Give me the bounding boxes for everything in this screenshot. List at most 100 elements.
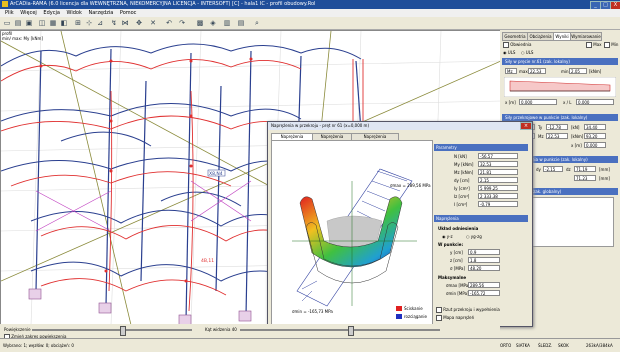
status-sledz[interactable]: ŚLEDZ.	[538, 343, 552, 348]
point-title: W punkcie:	[438, 242, 464, 247]
min-value-field[interactable]: 2,05	[569, 68, 587, 74]
move-icon[interactable]: ✥	[135, 19, 143, 27]
row2-0-u: [kN]	[571, 125, 580, 130]
support-icon[interactable]: ⋈	[121, 19, 129, 27]
view-angle-handle[interactable]	[348, 326, 354, 336]
menu-wiecej[interactable]: Więcej	[20, 9, 37, 17]
obwiednia-checkbox[interactable]: Obwiednia	[503, 42, 531, 48]
row2-2-uv: 0,000	[584, 142, 606, 148]
grid-icon[interactable]: ▦	[49, 19, 57, 27]
param-value: 32,53	[478, 161, 518, 167]
tab-geometria[interactable]: Geometria	[502, 32, 528, 41]
layers-icon[interactable]: ◧	[60, 19, 68, 27]
calculate-icon[interactable]: ▩	[196, 19, 204, 27]
axis-system-title: Układ odniesienia	[438, 226, 479, 231]
app-icon	[2, 1, 8, 7]
menu-pomoc[interactable]: Pomoc	[120, 9, 137, 17]
frame-icon[interactable]: ⊞	[74, 19, 82, 27]
legend-swatch-blue	[396, 314, 402, 319]
min-label: min	[561, 69, 569, 74]
xl-field[interactable]: 0,000	[576, 99, 614, 105]
combo-uls-2[interactable]: ○ ULS	[521, 50, 533, 55]
report-icon[interactable]: ▤	[237, 19, 245, 27]
point-z-field[interactable]: 1,8	[468, 257, 500, 263]
title-bar: ArCADia-RAMA (6.0 licencja dla WEWNĘTRZN…	[0, 0, 620, 10]
row3-0-uv: 71,19	[574, 166, 596, 172]
param-label: Iz [cm⁴]	[454, 194, 470, 199]
zoom-slider-handle[interactable]	[120, 326, 126, 336]
menu-edycja[interactable]: Edycja	[43, 9, 60, 17]
sigma-max-label: σmax = 289,56 MPa	[390, 183, 431, 188]
stress-plot[interactable]: σmax = 289,56 MPa σmin = -165,73 MPa Ści…	[271, 140, 433, 325]
menu-narzedzia[interactable]: Narzędzia	[88, 9, 113, 17]
undo-icon[interactable]: ↶	[165, 19, 173, 27]
force-diagram	[504, 77, 616, 97]
row3-1-unit: [mm]	[599, 176, 610, 181]
point-sigma-field: 48,20	[468, 265, 500, 271]
bar-icon[interactable]: ⊿	[96, 19, 104, 27]
view-angle-slider[interactable]	[240, 329, 440, 331]
status-selection: Wybrano: 1; węzłów: 0; obciążeń: 0	[3, 343, 74, 348]
stress-map-svg: σmax = 289,56 MPa σmin = -165,73 MPa	[292, 168, 431, 314]
status-siatka[interactable]: SIATKA	[516, 343, 530, 348]
param-value: 21,81	[478, 169, 518, 175]
max-value-field[interactable]: 22,53	[528, 68, 546, 74]
menu-plik[interactable]: Plik	[5, 9, 14, 17]
menu-bar: Plik Więcej Edycja Widok Narzędzia Pomoc	[0, 9, 620, 17]
max-checkbox[interactable]: Max	[586, 42, 602, 48]
stress-dialog: Naprężenia w przekroju - pręt nr 61 (x=0…	[267, 121, 533, 327]
row3-1-uv: 71,23	[574, 175, 596, 181]
zoom-slider[interactable]	[32, 329, 192, 331]
row2-0-bv: -12,78	[546, 124, 568, 130]
axis-option-yz[interactable]: ◉ y-z	[442, 234, 453, 239]
delete-icon[interactable]: ✕	[149, 19, 157, 27]
force-component-select[interactable]: Mz	[505, 68, 517, 74]
zoom-label: Powiększenie	[4, 327, 31, 332]
status-orto[interactable]: ORTO	[500, 343, 511, 348]
min-label: σmin [MPa]	[446, 291, 469, 296]
zoom-icon[interactable]: ⌕	[253, 19, 261, 27]
row2-0-b: Ty	[538, 125, 543, 130]
toolbar: ▭ ▤ ▣ ◫ ▦ ◧ ⊞ ⊹ ⊿ ↯ ⋈ ✥ ✕ ↶ ↷ ▩ ◈ ▥ ▤ ⌕	[0, 17, 620, 30]
combo-uls-1[interactable]: ◉ ULS	[503, 50, 515, 55]
tab-obciazenia[interactable]: Obciążenia	[527, 32, 554, 41]
canvas-info-line2: min/ max: My [kNm]	[2, 36, 43, 41]
chart-icon[interactable]: ▥	[223, 19, 231, 27]
view-icon[interactable]: ◫	[38, 19, 46, 27]
row2-0-uv: 34,40	[584, 124, 606, 130]
menu-widok[interactable]: Widok	[67, 9, 82, 17]
open-file-icon[interactable]: ▤	[14, 19, 22, 27]
param-label: N [kN]	[454, 154, 467, 159]
row2-1-uv: 93,20	[584, 133, 606, 139]
row3-0-unit: [mm]	[599, 167, 610, 172]
min-checkbox[interactable]: Min	[604, 42, 618, 48]
results-icon[interactable]: ◈	[209, 19, 217, 27]
status-bar: Wybrano: 1; węzłów: 0; obciążeń: 0 ORTO …	[0, 338, 620, 352]
legend-compression: rozciąganie	[404, 314, 427, 319]
node-icon[interactable]: ⊹	[85, 19, 93, 27]
redo-icon[interactable]: ↷	[178, 19, 186, 27]
unit-knm: [kNm]	[589, 69, 602, 74]
new-file-icon[interactable]: ▭	[3, 19, 11, 27]
param-value: 2 333,38	[478, 193, 518, 199]
param-value: -56,57	[478, 153, 518, 159]
status-skok[interactable]: SKOK	[558, 343, 569, 348]
row2-1-u: [kNm]	[571, 134, 584, 139]
dialog-close-button[interactable]: ×	[520, 122, 532, 130]
view-angle-label: Kąt widzenia 40	[205, 327, 237, 332]
param-label: Iy [cm⁴]	[454, 186, 470, 191]
projection-checkbox[interactable]: Rzut przekroju i wypełnienia	[436, 307, 500, 313]
axis-option-ygzg[interactable]: ○ yg-zg	[466, 234, 482, 239]
params-title: Parametry	[434, 144, 528, 151]
load-icon[interactable]: ↯	[110, 19, 118, 27]
stress-map-checkbox[interactable]: Mapa naprężeń	[436, 315, 474, 321]
param-value: 5 999,25	[478, 185, 518, 191]
row3-0-b: dy	[536, 167, 541, 172]
save-icon[interactable]: ▣	[25, 19, 33, 27]
tab-wymiarowanie[interactable]: Wymiarowanie	[570, 32, 602, 41]
bar-label-a: X8,N4	[209, 171, 223, 177]
max-label: max	[519, 69, 528, 74]
tab-wyniki[interactable]: Wyniki	[553, 32, 571, 41]
point-y-field[interactable]: 0,9	[468, 249, 500, 255]
x-position-field[interactable]: 0,000	[519, 99, 557, 105]
